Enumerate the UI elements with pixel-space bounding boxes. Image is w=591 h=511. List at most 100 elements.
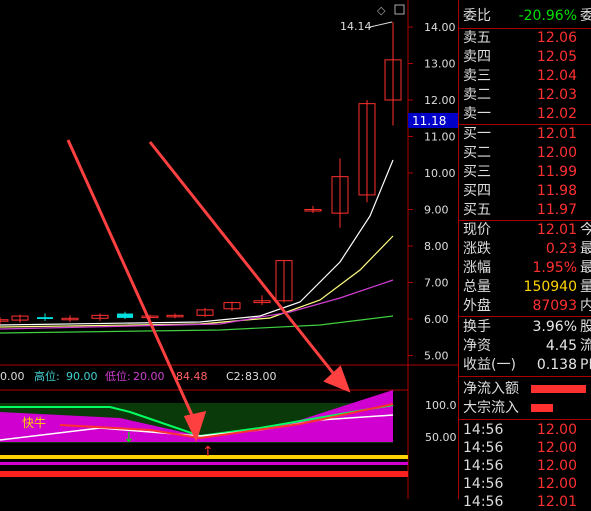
quote-row-value: 150940 xyxy=(523,279,577,295)
quote-row-value: 87093 xyxy=(532,298,577,314)
annotation-arrowhead-2 xyxy=(323,365,351,393)
stat-row[interactable]: 换手 3.96% 股 xyxy=(459,318,591,336)
trade-row[interactable]: 14:56 12.00 xyxy=(459,439,591,457)
quote-row[interactable]: 外盘 87093 内 xyxy=(459,297,591,315)
diamond-icon[interactable]: ◇ xyxy=(377,4,386,17)
bid-level-label: 买三 xyxy=(463,164,491,180)
ask-level-value: 12.05 xyxy=(536,49,577,65)
ask-level[interactable]: 卖二 12.03 xyxy=(459,86,591,104)
stat-row-tail: 股 xyxy=(580,319,591,335)
down-arrow-icon: ↓ xyxy=(123,430,135,446)
trade-time: 14:56 xyxy=(463,422,504,438)
price-tick-label: 14.00 xyxy=(424,21,456,34)
trade-price: 12.00 xyxy=(536,458,577,474)
trade-price: 12.00 xyxy=(536,440,577,456)
weibi-tail: 委 xyxy=(580,8,591,24)
stat-row-tail: 流 xyxy=(580,338,591,354)
trade-row[interactable]: 14:56 12.01 xyxy=(459,493,591,511)
bid-level-value: 11.99 xyxy=(536,164,577,180)
bid-level[interactable]: 买五 11.97 xyxy=(459,201,591,219)
stat-row-value: 0.138 xyxy=(536,357,577,373)
trade-price: 12.00 xyxy=(536,422,577,438)
bid-level[interactable]: 买一 12.01 xyxy=(459,125,591,143)
stat-row-tail: PE xyxy=(580,357,591,373)
candle-body[interactable] xyxy=(37,317,53,319)
bid-level-label: 买五 xyxy=(463,202,491,218)
flow-row-label: 大宗流入 xyxy=(463,400,519,416)
bid-level-label: 买一 xyxy=(463,126,491,142)
ask-level-value: 12.04 xyxy=(536,68,577,84)
trade-row[interactable]: 14:56 12.00 xyxy=(459,421,591,439)
ask-level-label: 卖四 xyxy=(463,49,491,65)
ask-level[interactable]: 卖一 12.02 xyxy=(459,105,591,123)
quote-row-value: 1.95% xyxy=(532,260,577,276)
trade-time: 14:56 xyxy=(463,458,504,474)
indicator-high-label: 高位: xyxy=(34,369,60,383)
high-price-pointer xyxy=(369,21,393,28)
bid-level[interactable]: 买三 11.99 xyxy=(459,163,591,181)
trade-time: 14:56 xyxy=(463,476,504,492)
trade-row[interactable]: 14:56 12.00 xyxy=(459,475,591,493)
quote-row[interactable]: 涨幅 1.95% 最 xyxy=(459,259,591,277)
indicator-low-label: 低位: xyxy=(105,369,131,383)
ask-level-value: 12.03 xyxy=(536,87,577,103)
window-icon[interactable] xyxy=(394,4,405,15)
trade-row[interactable]: 14:56 12.00 xyxy=(459,457,591,475)
flow-row-label: 净流入额 xyxy=(463,381,519,397)
up-arrow-icon: ↑ xyxy=(202,444,214,460)
indicator-tick-100: 100.0 xyxy=(425,399,457,412)
flow-bar xyxy=(531,385,586,393)
stat-row[interactable]: 净资 4.45 流 xyxy=(459,337,591,355)
bid-level[interactable]: 买二 12.00 xyxy=(459,144,591,162)
flow-row[interactable]: 大宗流入 xyxy=(459,399,591,417)
indicator-c2-label: C2: xyxy=(226,370,244,383)
price-tick-label: 13.00 xyxy=(424,58,456,71)
ask-level[interactable]: 卖三 12.04 xyxy=(459,67,591,85)
quote-row-tail: 量 xyxy=(580,279,591,295)
ask-level[interactable]: 卖四 12.05 xyxy=(459,48,591,66)
ask-level-label: 卖五 xyxy=(463,30,491,46)
quote-row-tail: 最 xyxy=(580,241,591,257)
quote-row[interactable]: 总量 150940 量 xyxy=(459,278,591,296)
trade-time: 14:56 xyxy=(463,440,504,456)
price-tick-label: 6.00 xyxy=(424,313,449,326)
ask-level-label: 卖一 xyxy=(463,106,491,122)
order-book-panel: 委比 -20.96% 委 卖五 12.06 卖四 12.05 卖三 12.04 卖二 12.0… xyxy=(458,0,591,510)
quote-row-label: 总量 xyxy=(463,279,491,295)
indicator-magenta-bar xyxy=(0,462,408,465)
quote-row-label: 现价 xyxy=(463,222,491,238)
flow-row[interactable]: 净流入额 xyxy=(459,380,591,398)
bid-level-value: 11.98 xyxy=(536,183,577,199)
indicator-tick-50: 50.00 xyxy=(425,431,457,444)
ask-level-value: 12.06 xyxy=(536,30,577,46)
bid-level-value: 12.00 xyxy=(536,145,577,161)
ask-level-label: 卖三 xyxy=(463,68,491,84)
current-price-marker: 11.18 xyxy=(412,114,446,128)
stat-row[interactable]: 收益(一) 0.138PE xyxy=(459,356,591,374)
indicator-annotation: 快牛 xyxy=(22,415,46,430)
ask-level-label: 卖二 xyxy=(463,87,491,103)
weibi-label: 委比 xyxy=(463,8,491,24)
bid-level-label: 买四 xyxy=(463,183,491,199)
high-price-label: 14.14 xyxy=(340,20,372,33)
indicator-high-value: 90.00 xyxy=(66,370,98,383)
candle-body[interactable] xyxy=(117,313,133,318)
weibi-value: -20.96% xyxy=(518,8,577,24)
price-tick-label: 7.00 xyxy=(424,277,449,290)
quote-row-value: 0.23 xyxy=(545,241,577,257)
quote-row-label: 外盘 xyxy=(463,298,491,314)
indicator-c2-value: 83.00 xyxy=(245,370,277,383)
quote-row[interactable]: 涨跌 0.23 最 xyxy=(459,240,591,258)
ask-level[interactable]: 卖五 12.06 xyxy=(459,29,591,47)
kline-chart[interactable]: 14.00 13.00 12.00 11.00 10.00 9.00 8.00 7.00 6.0… xyxy=(0,0,458,499)
ask-level-value: 12.02 xyxy=(536,106,577,122)
stat-row-label: 净资 xyxy=(463,338,491,354)
indicator-red-bar xyxy=(0,471,408,477)
stat-row-value: 4.45 xyxy=(545,338,577,354)
stat-row-label: 换手 xyxy=(463,319,491,335)
candle-body[interactable] xyxy=(0,319,9,322)
trade-price: 12.00 xyxy=(536,476,577,492)
annotation-arrow-2 xyxy=(148,141,339,379)
bid-level[interactable]: 买四 11.98 xyxy=(459,182,591,200)
quote-row[interactable]: 现价 12.01 今 xyxy=(459,221,591,239)
